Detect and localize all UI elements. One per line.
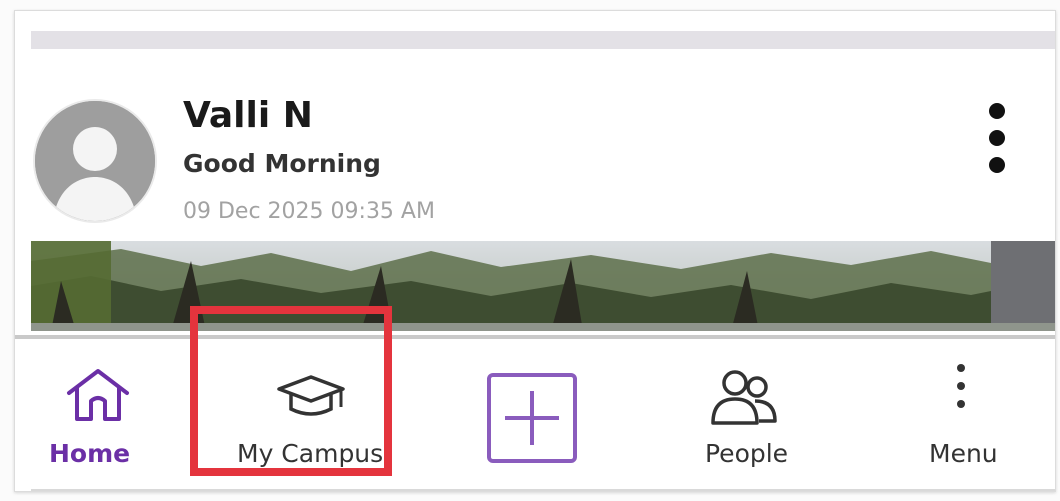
bottom-divider xyxy=(31,489,1055,491)
greeting-text: Good Morning xyxy=(183,149,381,178)
add-button[interactable] xyxy=(475,339,595,489)
more-vertical-icon xyxy=(957,364,965,408)
nav-item-home[interactable]: Home xyxy=(35,339,155,489)
highlight-box xyxy=(190,306,392,476)
top-strip xyxy=(31,31,1055,49)
banner-image xyxy=(31,241,1055,331)
nav-item-menu[interactable]: Menu xyxy=(915,339,1015,489)
timestamp: 09 Dec 2025 09:35 AM xyxy=(183,199,435,224)
nav-label-menu: Menu xyxy=(929,439,998,468)
more-options-button[interactable] xyxy=(975,103,1019,173)
profile-card: Valli N Good Morning 09 Dec 2025 09:35 A… xyxy=(14,10,1056,492)
people-icon xyxy=(711,370,777,425)
user-name: Valli N xyxy=(183,95,313,136)
bottom-navigation: Home My Campus People Menu xyxy=(15,335,1055,491)
nav-item-people[interactable]: People xyxy=(695,339,805,489)
home-icon xyxy=(67,369,129,421)
nav-label-people: People xyxy=(705,439,789,468)
nav-label-home: Home xyxy=(49,439,131,468)
more-vertical-icon xyxy=(989,103,1005,119)
avatar[interactable] xyxy=(33,99,157,223)
default-user-avatar-icon xyxy=(35,101,155,221)
add-square-icon xyxy=(487,373,577,463)
